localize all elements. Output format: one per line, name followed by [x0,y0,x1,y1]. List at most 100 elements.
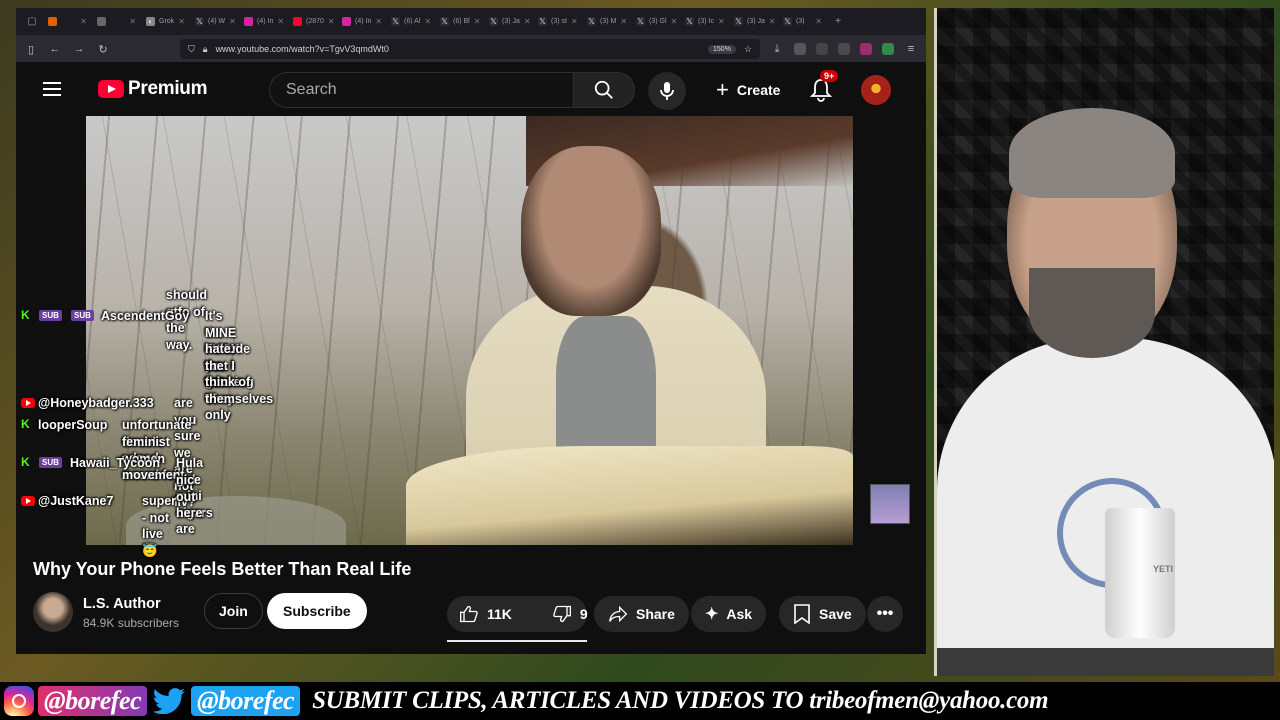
save-label: Save [819,606,852,622]
chat-message-text: super - not live😇 [142,494,177,558]
close-tab-icon[interactable]: ✕ [277,17,284,26]
instagram-handle: @borefec [38,686,148,716]
zoom-level[interactable]: 150% [708,44,736,54]
close-tab-icon[interactable]: ✕ [718,17,725,26]
x-icon: 𝕏 [391,17,400,26]
cup-brand-label: YETI [1153,564,1174,574]
like-dislike-group: 11K 9 [447,596,588,632]
forward-icon[interactable]: → [72,43,86,55]
browser-tab[interactable]: 𝕏 (3) ✕ [779,11,826,33]
browser-tab[interactable]: ◐ Grok ✕ [142,11,189,33]
close-tab-icon[interactable]: ✕ [571,17,578,26]
tab-label: Grok [159,18,175,25]
more-horizontal-icon: ••• [876,605,894,622]
browser-tab[interactable]: (4) In ✕ [240,11,287,33]
close-tab-icon[interactable]: ✕ [328,17,335,26]
browser-tab[interactable]: (2870 ✕ [289,11,336,33]
browser-tab[interactable]: 𝕏 (4) W ✕ [191,11,238,33]
channel-avatar[interactable] [33,592,73,632]
search-button[interactable] [573,72,635,108]
kick-icon: K [21,308,30,322]
video-frame-person-head [521,146,661,316]
browser-tab[interactable]: 𝕏 (6) Bl ✕ [436,11,483,33]
back-icon[interactable]: ← [48,43,62,55]
close-tab-icon[interactable]: ✕ [129,17,136,26]
extension-icon[interactable] [816,43,828,55]
extension-icon[interactable] [794,43,806,55]
close-tab-icon[interactable]: ✕ [815,17,822,26]
bookmark-star-icon[interactable]: ☆ [744,44,752,55]
tab-label: (3) Ja [747,18,765,25]
close-tab-icon[interactable]: ✕ [178,17,185,26]
browser-tab[interactable]: 𝕏 (3) M ✕ [583,11,630,33]
downloads-icon[interactable]: ⤓ [770,43,784,56]
tab-bar: ▢ ✕ ✕ ◐ Grok ✕ 𝕏 (4) W ✕ (4) In ✕ (2870 ✕ (4) In ✕ 𝕏 (6… [16,8,926,36]
dislike-count: 9 [579,606,588,622]
browser-window: ▢ ✕ ✕ ◐ Grok ✕ 𝕏 (4) W ✕ (4) In ✕ (2870 ✕ (4) In ✕ 𝕏 (6… [16,8,926,654]
more-actions-button[interactable]: ••• [867,596,903,632]
sparkle-icon: ✦ [705,606,719,623]
browser-tab[interactable]: ✕ [44,11,91,33]
browser-tab[interactable]: 𝕏 (3) Gl ✕ [632,11,679,33]
kick-icon: K [21,417,30,431]
tab-label: (6) Bl [453,18,470,25]
browser-tab[interactable]: (4) In ✕ [338,11,385,33]
like-count: 11K [487,606,512,622]
notification-badge: 9+ [820,70,839,82]
like-button[interactable]: 11K [447,596,524,632]
join-button[interactable]: Join [204,593,263,629]
tab-icon [97,17,106,26]
browser-tab[interactable]: 𝕏 (3) st ✕ [534,11,581,33]
hamburger-menu-icon[interactable] [32,69,72,109]
reload-icon[interactable]: ↻ [96,43,110,56]
close-tab-icon[interactable]: ✕ [80,17,87,26]
close-tab-icon[interactable]: ✕ [620,17,627,26]
save-button[interactable]: Save [779,596,866,632]
tab-label: (4) W [208,18,226,25]
search-input[interactable] [269,72,573,108]
extension-icon[interactable] [838,43,850,55]
tab-label: (3) Gl [649,18,667,25]
app-menu-icon[interactable]: ≡ [904,43,918,55]
url-text[interactable]: www.youtube.com/watch?v=TgvV3qmdWt0 [216,44,700,54]
create-button[interactable]: + Create [706,72,795,108]
close-tab-icon[interactable]: ✕ [524,17,531,26]
channel-name[interactable]: L.S. Author [83,596,161,612]
sub-badge: SUB [39,457,62,468]
ask-button[interactable]: ✦ Ask [691,596,767,632]
browser-tab[interactable]: 𝕏 (6) Al ✕ [387,11,434,33]
chat-username: @Honeybadger.333 [38,396,154,410]
x-icon: 𝕏 [440,17,449,26]
like-ratio-bar [447,640,587,642]
account-avatar[interactable] [861,75,891,105]
close-tab-icon[interactable]: ✕ [375,17,382,26]
microphone-icon [660,82,674,100]
navigation-bar: ▯ ← → ↻ ⛉ 🔒︎ www.youtube.com/watch?v=Tgv… [16,36,926,62]
extension-icon[interactable] [882,43,894,55]
sidebar-toggle-icon[interactable]: ▯ [24,43,38,56]
dislike-button[interactable]: 9 [540,596,600,632]
browser-tab[interactable]: 𝕏 (3) Ja ✕ [485,11,532,33]
x-icon: 𝕏 [538,17,547,26]
next-video-thumbnail[interactable] [870,484,910,524]
voice-search-button[interactable] [648,72,686,110]
close-tab-icon[interactable]: ✕ [769,17,776,26]
lock-icon: 🔒︎ [202,43,208,54]
webcam-person-hair [1009,108,1175,198]
browser-tab[interactable]: 𝕏 (3) Ic ✕ [681,11,728,33]
extension-icon[interactable] [860,43,872,55]
close-tab-icon[interactable]: ✕ [424,17,431,26]
close-tab-icon[interactable]: ✕ [474,17,481,26]
address-bar[interactable]: ⛉ 🔒︎ www.youtube.com/watch?v=TgvV3qmdWt0… [180,39,760,59]
new-tab-icon[interactable]: + [828,16,848,27]
browser-tab[interactable]: 𝕏 (3) Ja ✕ [730,11,777,33]
logo-text: Premium [128,78,208,99]
subscribe-button[interactable]: Subscribe [267,593,367,629]
youtube-premium-logo[interactable]: Premium [98,78,208,100]
close-tab-icon[interactable]: ✕ [671,17,678,26]
browser-tab[interactable]: ✕ [93,11,140,33]
tab-list-icon[interactable]: ▢ [22,16,42,27]
share-label: Share [636,606,675,622]
close-tab-icon[interactable]: ✕ [229,17,236,26]
share-button[interactable]: Share [594,596,689,632]
